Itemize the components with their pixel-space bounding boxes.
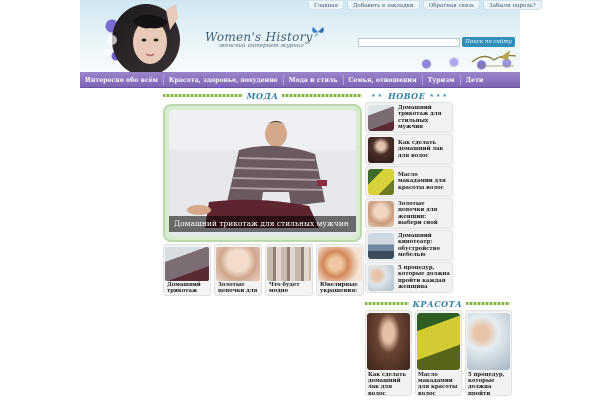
header-portrait-image [104,4,180,72]
beauty-card-title: 5 процедур, которые должна пройти каждая [468,372,505,396]
list-item-image [368,136,394,163]
list-item-image [368,232,394,259]
nav-item-tourism[interactable]: Туризм [423,77,460,84]
list-item-image [368,200,394,227]
thumb-label: Домашний трикотаж для [167,282,201,295]
list-item-title: Масло макадамии для красоты волос [398,172,446,191]
beauty-card[interactable]: Масло макадамии для красоты волос [415,310,462,396]
featured-caption: Домашний трикотаж для стильных мужчин [169,216,356,232]
beauty-card[interactable]: Как сделать домашний лак для волос [365,310,412,396]
list-item-title: Как сделать домашний лак для волос [398,140,444,159]
site-logo[interactable]: Women's History женский интернет журнал [205,30,325,58]
list-item[interactable]: Как сделать домашний лак для волос [365,134,453,165]
list-item[interactable]: Домашний кинотеатр: обустройство мебелью [365,230,453,261]
section-title: МОДА [246,90,279,101]
search-button[interactable]: Поиск по сайту [462,37,515,47]
list-item[interactable]: 5 процедур, которые должна пройти каждая… [365,262,453,293]
thumb-image [216,247,260,281]
nav-item-fashion[interactable]: Мода и стиль [284,77,343,84]
list-item-image [368,264,394,291]
search-input[interactable] [358,38,460,47]
thumb-image [318,247,362,281]
list-item-title: 5 процедур, которые должна пройти каждая… [398,265,450,290]
nav-item-kids[interactable]: Дети [461,77,489,84]
beauty-card-title: Масло макадамии для красоты волос [418,372,458,396]
top-link-feedback[interactable]: Обратная связь [422,0,481,10]
beauty-card-image [417,313,460,370]
stars-decoration-icon: ★★★ [429,92,449,99]
featured-article[interactable]: Домашний трикотаж для стильных мужчин [163,104,362,242]
beauty-articles: Как сделать домашний лак для волос Масло… [365,310,512,396]
nav-item-beauty[interactable]: Красота, здоровье, похудение [164,77,283,84]
top-link-forgot-password[interactable]: Забыли пароль? [483,0,542,10]
section-title: НОВОЕ [388,90,426,101]
stars-decoration-icon: ★★ [371,92,385,99]
thumb-card[interactable]: Что будет модно носить [265,244,313,296]
thumb-label: Золотые цепочки для [218,282,258,294]
page: Women's History женский интернет журнал … [0,0,600,400]
nav-item-family[interactable]: Семья, отношения [344,77,422,84]
top-link-bookmark[interactable]: Добавить в закладки [346,0,420,10]
list-item[interactable]: Масло макадамии для красоты волос [365,166,453,197]
list-item-image [368,104,394,131]
thumb-label: Ювелирные украшения: [320,282,358,294]
list-item-title: Золотые цепочки для женщин: выбери свой [398,201,438,226]
fashion-thumbnails: Домашний трикотаж для Золотые цепочки дл… [163,244,364,296]
beauty-card-image [467,313,510,370]
list-item-title: Домашний кинотеатр: обустройство мебелью [398,233,440,258]
section-heading-beauty: КРАСОТА [365,298,511,309]
beauty-card-image [367,313,410,370]
thumb-image [165,247,209,281]
thumb-card[interactable]: Ювелирные украшения: [316,244,364,296]
main-nav: Интересно обо всём Красота, здоровье, по… [80,72,520,88]
beauty-card-title: Как сделать домашний лак для волос [368,372,407,396]
nav-item-interesting[interactable]: Интересно обо всём [80,77,163,84]
section-heading-fashion: МОДА [163,90,363,101]
new-articles-list: Домашний трикотаж для стильных мужчин Ка… [365,102,453,294]
list-item[interactable]: Золотые цепочки для женщин: выбери свой [365,198,453,229]
thumb-card[interactable]: Золотые цепочки для [214,244,262,296]
section-heading-new: ★★ НОВОЕ ★★★ [367,90,453,101]
list-item-title: Домашний трикотаж для стильных мужчин [398,105,442,130]
list-item-image [368,168,394,195]
logo-title: Women's History [205,30,313,44]
thumb-card[interactable]: Домашний трикотаж для [163,244,211,296]
list-item[interactable]: Домашний трикотаж для стильных мужчин [365,102,453,133]
butterfly-icon [312,27,324,37]
section-title: КРАСОТА [412,298,463,309]
beauty-card[interactable]: 5 процедур, которые должна пройти каждая [465,310,512,396]
thumb-label: Что будет модно носить [269,282,300,295]
top-links: Главная Добавить в закладки Обратная свя… [308,0,542,10]
bird-decoration-icon [471,50,517,67]
top-link-home[interactable]: Главная [308,0,344,10]
thumb-image [267,247,311,281]
